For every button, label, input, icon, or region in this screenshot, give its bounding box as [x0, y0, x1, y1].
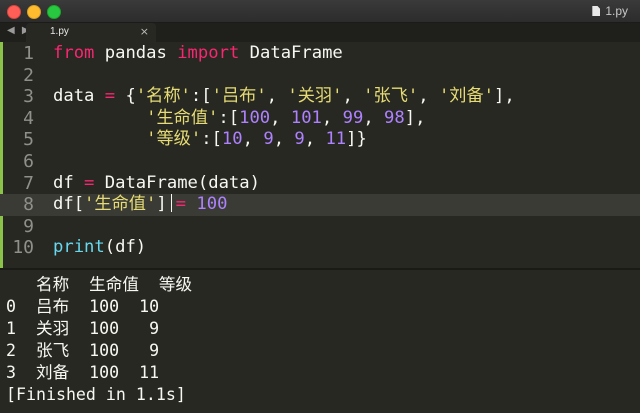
- code-token: '关羽': [287, 86, 343, 107]
- code-token: print: [53, 237, 105, 258]
- line-number: 10: [12, 237, 34, 259]
- code-token: data: [53, 86, 105, 107]
- code-token: DataFrame: [239, 43, 343, 63]
- code-token: ],: [404, 107, 426, 128]
- line-number: 6: [23, 151, 34, 172]
- code-token: '等级': [146, 129, 202, 150]
- code-line[interactable]: 6: [0, 151, 640, 173]
- tab-1py[interactable]: 1.py ×: [26, 23, 156, 42]
- code-token: '吕布': [211, 86, 267, 107]
- code-token: 9: [294, 129, 305, 150]
- code-token: ,: [321, 107, 343, 128]
- code-token: :[: [190, 86, 212, 107]
- window-title-text: 1.py: [605, 4, 628, 18]
- code-token: ,: [418, 86, 439, 107]
- line-number: 7: [23, 172, 34, 194]
- code-text: '生命值':[100, 101, 99, 98],: [53, 108, 425, 130]
- output-line: [Finished in 1.1s]: [6, 385, 186, 404]
- document-icon: [592, 6, 601, 16]
- build-output-panel: 名称 生命值 等级 0 吕布 100 10 1 关羽 100 9 2 张飞 100 9…: [0, 272, 640, 413]
- code-token: 98: [384, 107, 405, 128]
- text-cursor: [170, 194, 172, 213]
- code-editor[interactable]: 1 from pandas import DataFrame 2 3 data = {'…: [0, 42, 640, 268]
- code-line[interactable]: 7 df = DataFrame(data): [0, 173, 640, 195]
- code-text: '等级':[10, 9, 9, 11]}: [53, 129, 367, 151]
- code-token: 11: [325, 129, 347, 150]
- code-token: ,: [266, 86, 288, 107]
- code-token: 100: [196, 194, 228, 215]
- code-line[interactable]: 5 '等级':[10, 9, 9, 11]}: [0, 129, 640, 151]
- code-token: df: [53, 172, 85, 193]
- code-line[interactable]: 10 print(df): [0, 237, 640, 259]
- tab-label: 1.py: [50, 26, 69, 37]
- code-token: ],: [494, 86, 515, 107]
- code-token: df[: [53, 194, 85, 215]
- code-token: '张飞': [363, 86, 419, 107]
- code-token: from: [53, 43, 95, 63]
- code-token: ,: [242, 129, 264, 150]
- code-token: ,: [363, 107, 385, 128]
- code-token: 99: [342, 107, 364, 128]
- code-token: ,: [304, 129, 326, 150]
- code-token: ,: [342, 86, 364, 107]
- output-line: 0 吕布 100 10: [6, 297, 160, 316]
- code-token: =: [175, 194, 187, 215]
- line-number: 3: [23, 86, 34, 108]
- code-line[interactable]: 2: [0, 65, 640, 87]
- code-token: import: [177, 43, 240, 63]
- output-line: 2 张飞 100 9: [6, 341, 160, 360]
- output-line: 1 关羽 100 9: [6, 319, 160, 338]
- maximize-window-button[interactable]: [47, 5, 61, 19]
- window-title: 1.py: [592, 4, 628, 18]
- code-token: ]}: [346, 129, 367, 150]
- code-token: DataFrame(data): [94, 172, 260, 193]
- code-text: df['生命值'] = 100: [53, 194, 227, 216]
- line-number: 8: [23, 194, 34, 216]
- code-token: pandas: [94, 43, 178, 63]
- code-token: '生命值': [84, 194, 157, 215]
- code-token: '生命值': [146, 107, 219, 128]
- line-number: 9: [23, 215, 34, 237]
- code-token: '刘备': [438, 86, 495, 107]
- code-token: =: [104, 86, 116, 107]
- code-text: print(df): [53, 237, 146, 259]
- code-token: ]: [156, 194, 167, 215]
- code-token: 10: [221, 129, 243, 150]
- code-token: 9: [263, 129, 274, 150]
- code-line[interactable]: 3 data = {'名称':['吕布', '关羽', '张飞', '刘备'],: [0, 86, 640, 108]
- code-text: df = DataFrame(data): [53, 173, 260, 195]
- code-token: :[: [201, 129, 222, 150]
- panel-divider[interactable]: [0, 268, 640, 270]
- code-token: =: [84, 172, 95, 193]
- output-line: 名称 生命值 等级: [6, 275, 193, 294]
- tab-close-icon[interactable]: ×: [140, 25, 149, 38]
- line-number: 5: [23, 129, 34, 151]
- title-bar: 1.py: [0, 0, 640, 23]
- code-token: ,: [270, 107, 291, 128]
- close-window-button[interactable]: [7, 5, 21, 19]
- code-token: '名称': [135, 86, 191, 107]
- code-token: {: [115, 86, 136, 107]
- code-token: 100: [239, 107, 271, 128]
- code-line[interactable]: 8 df['生命值'] = 100: [0, 194, 640, 216]
- line-number: 1: [23, 43, 34, 64]
- code-line[interactable]: 9: [0, 216, 640, 238]
- tab-bar: ◀ ▶ 1.py ×: [0, 23, 640, 42]
- code-line[interactable]: 4 '生命值':[100, 101, 99, 98],: [0, 108, 640, 130]
- code-line[interactable]: 1 from pandas import DataFrame: [0, 43, 640, 65]
- code-token: 101: [290, 107, 322, 128]
- code-token: (df): [104, 237, 147, 258]
- line-number: 4: [23, 107, 34, 129]
- code-text: data = {'名称':['吕布', '关羽', '张飞', '刘备'],: [53, 86, 515, 108]
- code-text: from pandas import DataFrame: [53, 43, 343, 65]
- code-token: :[: [218, 107, 240, 128]
- output-line: 3 刘备 100 11: [6, 363, 160, 382]
- line-number: 2: [23, 64, 34, 86]
- minimize-window-button[interactable]: [27, 5, 41, 19]
- code-token: ,: [273, 129, 295, 150]
